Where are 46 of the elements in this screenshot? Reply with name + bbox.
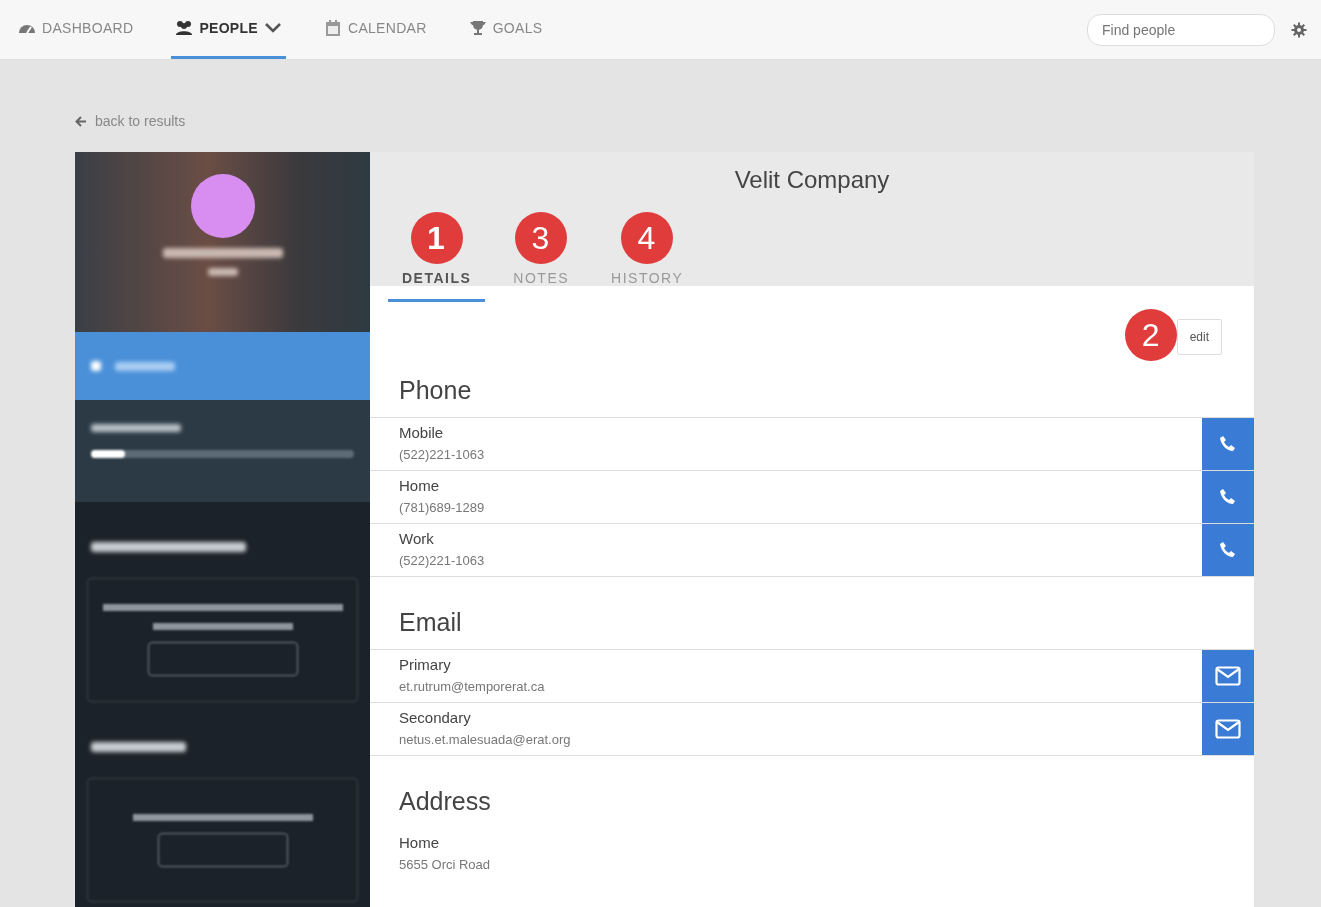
callout-marker: 1 — [410, 212, 463, 264]
back-arrow-icon — [75, 116, 87, 127]
callout-marker: 2 — [1124, 309, 1177, 361]
email-button[interactable] — [1202, 650, 1254, 702]
field-value: (522)221-1063 — [399, 551, 486, 570]
nav-tab[interactable]: DASHBOARD — [14, 0, 138, 59]
phone-icon — [1219, 488, 1237, 506]
envelope-icon — [1215, 666, 1241, 686]
calendar-icon — [324, 20, 342, 36]
people-icon — [175, 20, 194, 36]
callout-marker: 4 — [621, 212, 674, 264]
field-value: (522)221-1063 — [399, 445, 486, 464]
section-heading: Address — [398, 786, 492, 817]
field-value: et.rutrum@temporerat.ca — [399, 677, 546, 696]
trophy-icon — [468, 20, 487, 36]
field-value: 5655 Orci Road — [399, 855, 492, 874]
field-label: Home — [399, 833, 440, 853]
field-value: (781)689-1289 — [399, 498, 486, 517]
edit-button[interactable]: edit — [1176, 319, 1222, 355]
tab[interactable]: NOTES 3 — [499, 210, 584, 302]
field-label: Home — [399, 476, 440, 496]
blurred-text — [207, 268, 238, 276]
field-label: Work — [399, 529, 435, 549]
nav-tab[interactable]: PEOPLE — [171, 0, 286, 59]
field-label: Secondary — [399, 708, 472, 728]
phone-icon — [1219, 435, 1237, 453]
call-button[interactable] — [1202, 524, 1254, 576]
callout-marker: 3 — [515, 212, 568, 264]
phone-icon — [1219, 541, 1237, 559]
nav-tab[interactable]: CALENDAR — [320, 0, 431, 59]
nav-tab[interactable]: GOALS — [464, 0, 547, 59]
tab[interactable]: HISTORY 4 — [597, 210, 698, 302]
call-button[interactable] — [1202, 418, 1254, 470]
envelope-icon — [1215, 719, 1241, 739]
field-value: netus.et.malesuada@erat.org — [399, 730, 572, 749]
section-heading: Email — [398, 607, 463, 638]
settings-icon[interactable] — [1291, 21, 1307, 38]
tab[interactable]: DETAILS 1 — [388, 210, 486, 302]
back-link[interactable]: back to results — [75, 111, 186, 132]
call-button[interactable] — [1202, 471, 1254, 523]
field-label: Mobile — [399, 423, 445, 443]
search-field[interactable]: Find people — [1087, 13, 1275, 46]
section-heading: Phone — [398, 375, 473, 406]
email-button[interactable] — [1202, 703, 1254, 755]
company-title: Velit Company — [733, 165, 891, 195]
field-label: Primary — [399, 655, 452, 675]
